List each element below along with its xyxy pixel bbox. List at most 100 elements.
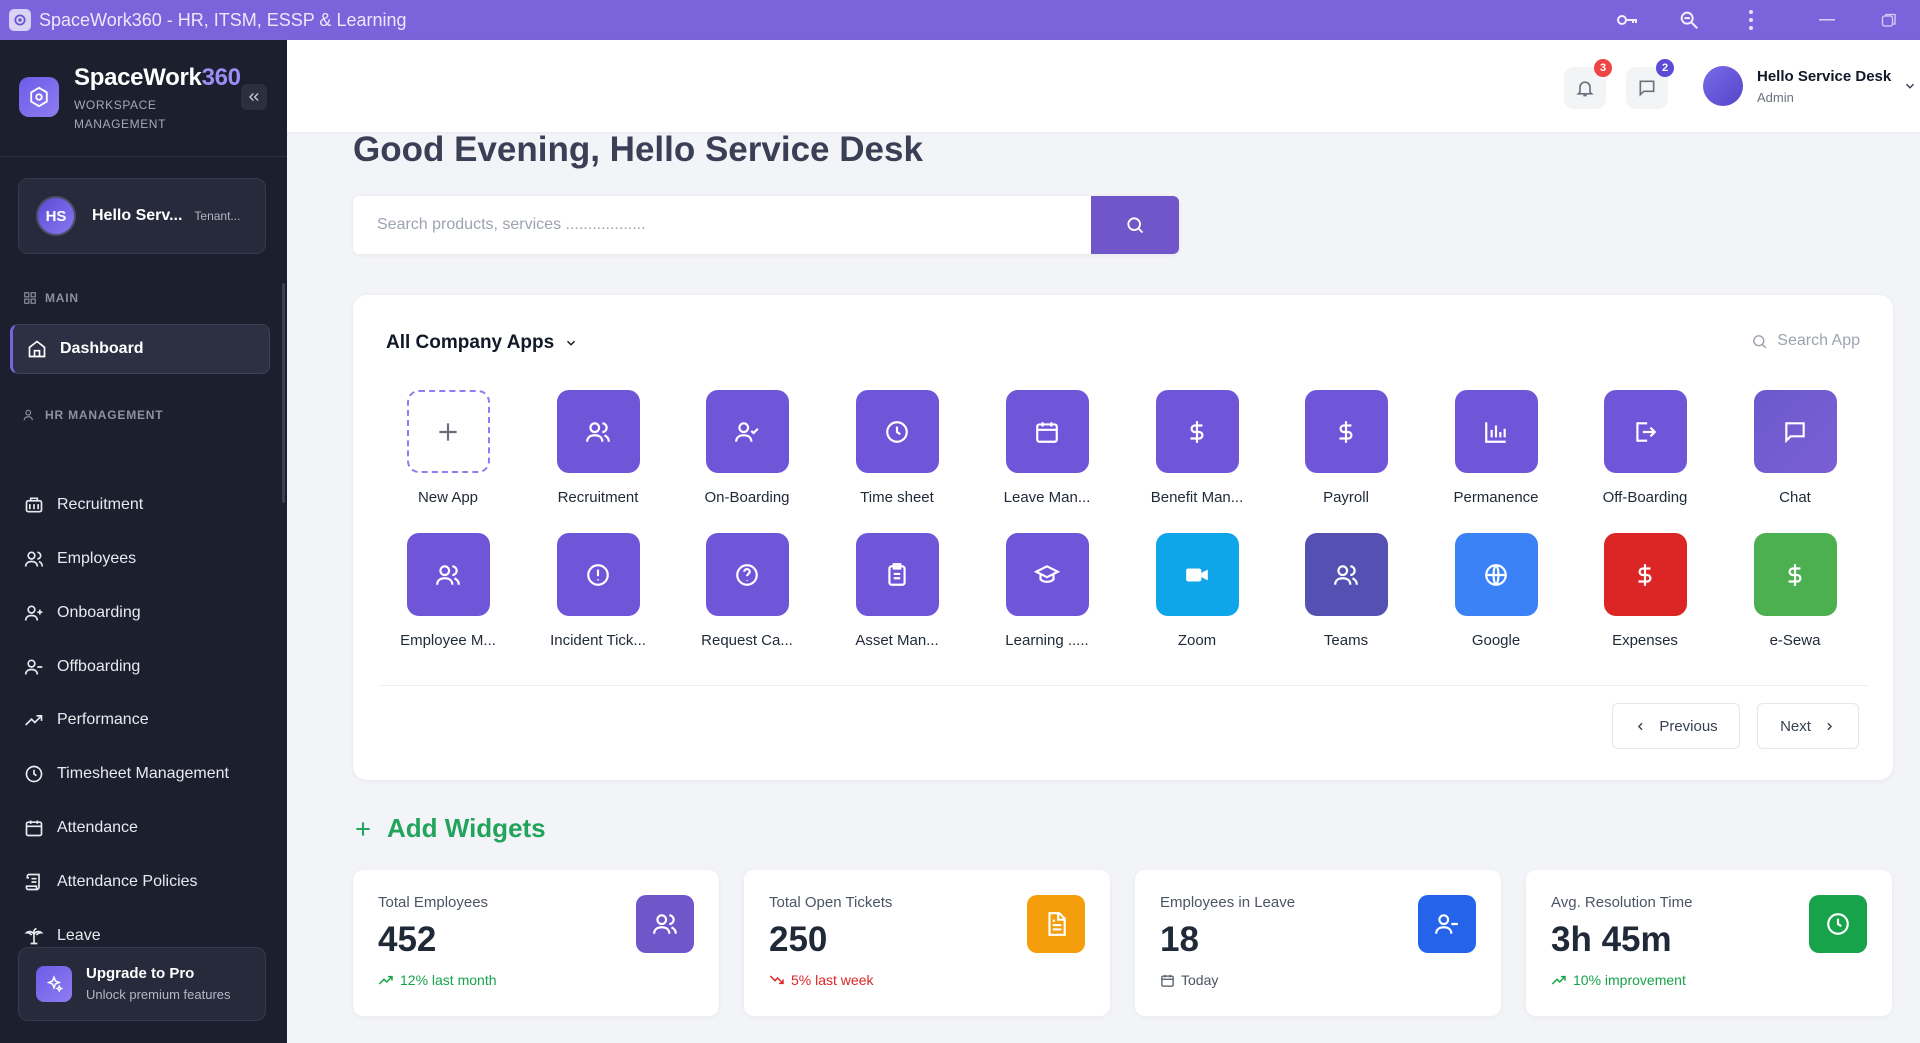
users-icon xyxy=(23,409,33,421)
trending-up-icon xyxy=(1551,975,1566,985)
chevron-down-icon xyxy=(567,340,576,346)
app-teams[interactable]: Teams xyxy=(1276,533,1416,649)
zoom-icon[interactable] xyxy=(1658,0,1720,40)
scroll-icon xyxy=(23,872,45,892)
user-plus-icon xyxy=(23,603,45,623)
stat-card-employees-in-leave[interactable]: Employees in Leave 18 Today xyxy=(1135,870,1501,1016)
section-hr-label: HR MANAGEMENT xyxy=(23,408,163,422)
stat-title: Employees in Leave xyxy=(1160,894,1296,911)
page-title: Good Evening, Hello Service Desk xyxy=(353,130,923,169)
notifications-badge: 3 xyxy=(1594,59,1612,77)
app-chat[interactable]: Chat xyxy=(1725,390,1865,506)
dollar-icon xyxy=(1155,390,1239,473)
upgrade-to-pro-card[interactable]: Upgrade to Pro Unlock premium features xyxy=(18,947,266,1021)
users-icon xyxy=(636,895,694,953)
app-permanence[interactable]: Permanence xyxy=(1426,390,1566,506)
collapse-sidebar-button[interactable] xyxy=(241,84,267,110)
sidebar-user-card[interactable]: HS Hello Serv... Tenant... xyxy=(18,178,266,254)
header-user-menu[interactable]: Hello Service Desk Admin xyxy=(1703,66,1917,106)
chevron-down-icon xyxy=(1906,83,1915,89)
app-search-field[interactable]: Search App xyxy=(1751,332,1860,350)
trending-down-icon xyxy=(769,975,784,985)
notifications-button[interactable]: 3 xyxy=(1564,59,1612,109)
stat-title: Total Open Tickets xyxy=(769,894,893,911)
sidebar-user-tenant: Tenant... xyxy=(194,209,241,223)
users-icon xyxy=(23,549,45,569)
message-icon xyxy=(1753,390,1837,473)
apps-divider xyxy=(378,685,1868,686)
search-button[interactable] xyxy=(1091,196,1179,254)
clock-icon xyxy=(855,390,939,473)
app-payroll[interactable]: Payroll xyxy=(1276,390,1416,506)
app-leave-management[interactable]: Leave Man... xyxy=(977,390,1117,506)
sidebar-item-attendance-policies[interactable]: Attendance Policies xyxy=(10,857,270,907)
sidebar-item-offboarding[interactable]: Offboarding xyxy=(10,642,270,692)
app-e-sewa[interactable]: e-Sewa xyxy=(1725,533,1865,649)
previous-page-button[interactable]: Previous xyxy=(1612,703,1740,749)
stat-card-avg-resolution-time[interactable]: Avg. Resolution Time 3h 45m 10% improvem… xyxy=(1526,870,1892,1016)
app-employee-management[interactable]: Employee M... xyxy=(378,533,518,649)
brand-subtitle: WORKSPACE MANAGEMENT xyxy=(74,98,167,131)
add-widgets-button[interactable]: Add Widgets xyxy=(353,813,546,844)
stat-title: Total Employees xyxy=(378,894,489,911)
users-icon xyxy=(406,533,490,616)
stat-trend: 12% last month xyxy=(378,972,497,988)
app-request-catalog[interactable]: Request Ca... xyxy=(677,533,817,649)
sidebar-item-recruitment[interactable]: Recruitment xyxy=(10,480,270,530)
sidebar-item-attendance[interactable]: Attendance xyxy=(10,803,270,853)
sidebar-item-employees[interactable]: Employees xyxy=(10,534,270,584)
header-user-role: Admin xyxy=(1757,89,1794,105)
app-recruitment[interactable]: Recruitment xyxy=(528,390,668,506)
bell-icon xyxy=(1576,81,1594,97)
globe-icon xyxy=(1454,533,1538,616)
minimize-icon[interactable] xyxy=(1796,0,1858,40)
brand-header: SpaceWork360 WORKSPACE MANAGEMENT xyxy=(0,40,287,157)
restore-icon[interactable] xyxy=(1858,0,1920,40)
stat-value: 3h 45m xyxy=(1551,920,1672,959)
app-expenses[interactable]: Expenses xyxy=(1575,533,1715,649)
calendar-icon xyxy=(1005,390,1089,473)
stat-trend: 10% improvement xyxy=(1551,972,1686,988)
stat-note: Today xyxy=(1160,972,1218,988)
stat-card-total-employees[interactable]: Total Employees 452 12% last month xyxy=(353,870,719,1016)
app-on-boarding[interactable]: On-Boarding xyxy=(677,390,817,506)
sidebar-item-timesheet[interactable]: Timesheet Management xyxy=(10,749,270,799)
sidebar-item-performance[interactable]: Performance xyxy=(10,695,270,745)
chevron-right-icon xyxy=(1827,722,1833,730)
app-asset-management[interactable]: Asset Man... xyxy=(827,533,967,649)
sidebar-item-onboarding[interactable]: Onboarding xyxy=(10,588,270,638)
plus-icon xyxy=(356,821,370,836)
users-icon xyxy=(1304,533,1388,616)
brand-name: SpaceWork360 xyxy=(74,64,241,91)
avatar xyxy=(1703,66,1743,106)
app-google[interactable]: Google xyxy=(1426,533,1566,649)
sidebar-item-dashboard[interactable]: Dashboard xyxy=(10,324,270,374)
app-benefit-management[interactable]: Benefit Man... xyxy=(1127,390,1267,506)
app-zoom[interactable]: Zoom xyxy=(1127,533,1267,649)
dollar-icon xyxy=(1753,533,1837,616)
user-minus-icon xyxy=(1418,895,1476,953)
app-time-sheet[interactable]: Time sheet xyxy=(827,390,967,506)
sidebar: SpaceWork360 WORKSPACE MANAGEMENT HS Hel… xyxy=(0,40,287,1043)
app-new-app[interactable]: New App xyxy=(378,390,518,506)
messages-button[interactable]: 2 xyxy=(1626,59,1674,109)
apps-filter-dropdown[interactable]: All Company Apps xyxy=(386,332,578,354)
sidebar-scrollbar[interactable] xyxy=(282,283,285,503)
plus-icon xyxy=(406,390,490,473)
more-vertical-icon[interactable] xyxy=(1720,0,1782,40)
graduation-cap-icon xyxy=(1005,533,1089,616)
search-input[interactable] xyxy=(377,196,1077,254)
app-incident-tickets[interactable]: Incident Tick... xyxy=(528,533,668,649)
next-page-button[interactable]: Next xyxy=(1757,703,1859,749)
window-titlebar: SpaceWork360 - HR, ITSM, ESSP & Learning xyxy=(0,0,1920,40)
messages-badge: 2 xyxy=(1656,59,1674,77)
user-check-icon xyxy=(705,390,789,473)
briefcase-icon xyxy=(23,495,45,515)
stat-card-open-tickets[interactable]: Total Open Tickets 250 5% last week xyxy=(744,870,1110,1016)
app-learning[interactable]: Learning ..... xyxy=(977,533,1117,649)
help-circle-icon xyxy=(705,533,789,616)
app-off-boarding[interactable]: Off-Boarding xyxy=(1575,390,1715,506)
video-icon xyxy=(1155,533,1239,616)
key-icon[interactable] xyxy=(1596,0,1658,40)
palm-tree-icon xyxy=(23,926,45,946)
